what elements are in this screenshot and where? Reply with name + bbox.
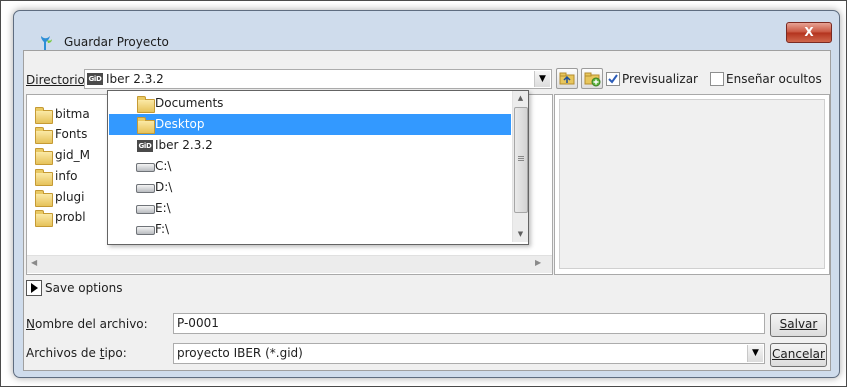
folder-icon xyxy=(35,210,53,227)
title-bar[interactable]: Guardar Proyecto X xyxy=(14,11,839,50)
directory-label: Directorio: xyxy=(26,73,89,87)
filename-label: Nombre del archivo: xyxy=(26,317,148,331)
gid-icon: GiD xyxy=(137,140,153,152)
chevron-down-icon[interactable]: ▼ xyxy=(534,71,550,87)
triangle-right-icon xyxy=(31,283,38,293)
directory-select[interactable]: GiD Iber 2.3.2 ▼ xyxy=(84,69,552,89)
dropdown-item-documents[interactable]: Documents xyxy=(109,93,511,114)
directory-value: Iber 2.3.2 xyxy=(106,72,164,86)
preview-area xyxy=(559,99,825,269)
chevron-down-icon[interactable]: ▼ xyxy=(747,345,763,362)
folder-icon xyxy=(35,148,53,165)
folder-icon xyxy=(35,169,53,186)
list-item[interactable]: plugi xyxy=(29,188,119,208)
checkmark-icon xyxy=(608,74,618,84)
dropdown-item-e-drive[interactable]: E:\ xyxy=(109,198,511,219)
list-item[interactable]: bitma xyxy=(29,105,119,125)
preview-panel xyxy=(554,94,830,275)
cancel-button[interactable]: Cancelar xyxy=(770,343,827,367)
close-button[interactable]: X xyxy=(786,22,832,43)
filename-value: P-0001 xyxy=(177,316,219,330)
save-button[interactable]: Salvar xyxy=(770,313,827,337)
up-folder-icon xyxy=(559,72,575,85)
scroll-up-icon[interactable]: ▲ xyxy=(513,94,528,102)
folder-icon xyxy=(137,96,155,113)
folder-icon xyxy=(35,107,53,124)
scrollbar-thumb[interactable] xyxy=(514,107,528,213)
drive-icon xyxy=(136,226,155,235)
list-item[interactable]: Fonts xyxy=(29,125,119,145)
folder-icon xyxy=(35,190,53,207)
list-item[interactable]: probl xyxy=(29,208,119,228)
show-hidden-checkbox[interactable] xyxy=(710,72,724,86)
drive-icon xyxy=(136,205,155,214)
drive-icon xyxy=(136,163,155,172)
list-item[interactable]: gid_M xyxy=(29,146,119,166)
dropdown-item-iber[interactable]: GiD Iber 2.3.2 xyxy=(109,135,511,156)
filetype-value: proyecto IBER (*.gid) xyxy=(177,346,303,360)
up-folder-button[interactable] xyxy=(556,68,578,89)
gid-icon: GiD xyxy=(87,73,103,85)
new-folder-icon xyxy=(584,72,601,87)
folder-icon xyxy=(137,117,155,134)
drive-icon xyxy=(136,184,155,193)
filename-input[interactable]: P-0001 xyxy=(173,313,765,334)
save-options-toggle[interactable] xyxy=(26,280,42,296)
new-folder-button[interactable] xyxy=(581,68,603,89)
filetype-select[interactable]: proyecto IBER (*.gid) ▼ xyxy=(173,343,765,364)
filetype-label: Archivos de tipo: xyxy=(26,346,127,360)
show-hidden-label: Enseñar ocultos xyxy=(726,72,822,86)
dropdown-item-d-drive[interactable]: D:\ xyxy=(109,177,511,198)
dropdown-item-f-drive[interactable]: F:\ xyxy=(109,219,511,240)
save-options-label: Save options xyxy=(45,281,123,295)
preview-checkbox[interactable] xyxy=(606,72,620,86)
preview-label: Previsualizar xyxy=(622,72,698,86)
directory-dropdown-list[interactable]: Documents Desktop GiD Iber 2.3.2 C:\ D:\… xyxy=(107,90,529,245)
horizontal-scrollbar[interactable]: ◀ ▶ xyxy=(27,255,552,273)
list-item[interactable]: info xyxy=(29,167,119,187)
scroll-left-icon[interactable]: ◀ xyxy=(31,258,37,267)
scroll-right-icon[interactable]: ▶ xyxy=(535,258,541,267)
dropdown-scrollbar[interactable]: ▲ ▼ xyxy=(512,91,528,242)
window-title: Guardar Proyecto xyxy=(64,35,169,49)
dropdown-item-c-drive[interactable]: C:\ xyxy=(109,156,511,177)
scroll-down-icon[interactable]: ▼ xyxy=(513,230,528,238)
grip-icon xyxy=(518,156,524,157)
folder-icon xyxy=(35,127,53,144)
dropdown-item-desktop[interactable]: Desktop xyxy=(109,114,511,135)
